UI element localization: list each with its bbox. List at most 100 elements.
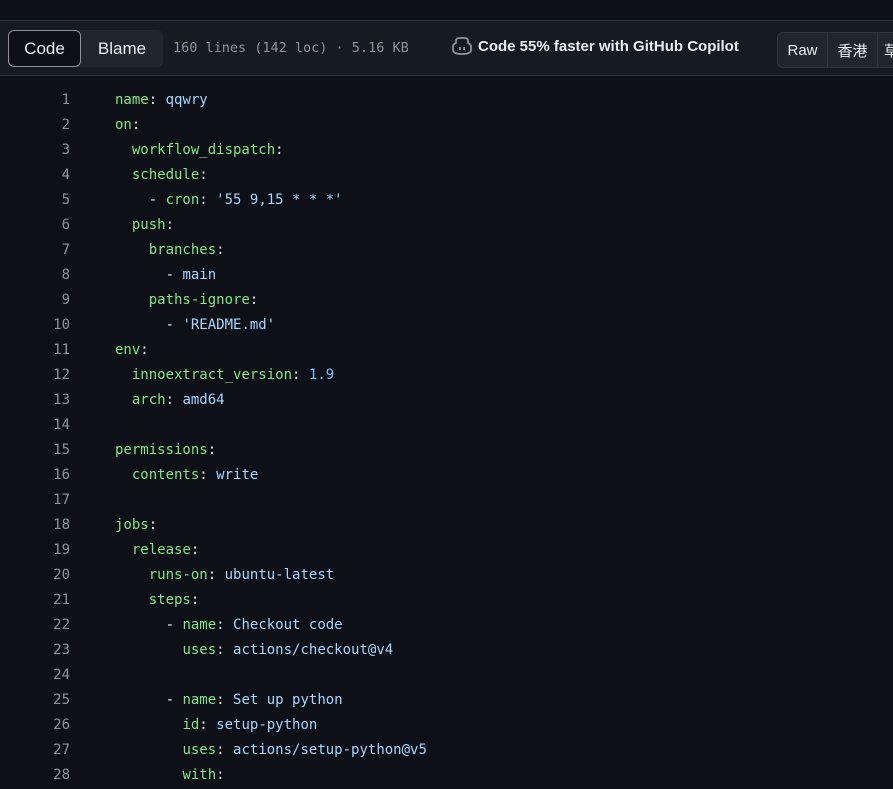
- line-content: steps:: [115, 588, 200, 613]
- line-content: push:: [115, 213, 174, 238]
- line-content: - 'README.md': [115, 313, 276, 338]
- line-number[interactable]: 14: [0, 413, 70, 438]
- yaml-key: uses: [182, 642, 217, 658]
- code-line: 24: [0, 663, 893, 688]
- yaml-key: branches: [148, 242, 217, 258]
- line-number[interactable]: 15: [0, 438, 70, 463]
- truncated-button[interactable]: 草: [878, 33, 893, 67]
- line-number[interactable]: 5: [0, 188, 70, 213]
- line-number[interactable]: 11: [0, 338, 70, 363]
- code-line: 13 arch: amd64: [0, 388, 893, 413]
- colon: :: [216, 767, 225, 783]
- yaml-string-value: actions/setup-python@v5: [233, 742, 427, 758]
- line-number[interactable]: 8: [0, 263, 70, 288]
- yaml-string-value: Set up python: [233, 692, 343, 708]
- blame-tab-button[interactable]: Blame: [81, 30, 163, 67]
- yaml-key: env: [115, 342, 141, 358]
- line-number[interactable]: 24: [0, 663, 70, 688]
- colon: :: [199, 717, 208, 733]
- copilot-promo-link[interactable]: Code 55% faster with GitHub Copilot: [452, 37, 739, 55]
- yaml-key: on: [115, 117, 132, 133]
- line-content: with:: [115, 763, 225, 788]
- yaml-key: with: [182, 767, 217, 783]
- yaml-key: release: [131, 542, 191, 558]
- line-number[interactable]: 21: [0, 588, 70, 613]
- yaml-string-value: qqwry: [165, 92, 208, 108]
- yaml-string-value: write: [216, 467, 259, 483]
- line-number[interactable]: 6: [0, 213, 70, 238]
- code-line: 28 with:: [0, 763, 893, 788]
- line-content: on:: [115, 113, 140, 138]
- line-number[interactable]: 12: [0, 363, 70, 388]
- line-number[interactable]: 10: [0, 313, 70, 338]
- colon: :: [148, 517, 158, 533]
- line-number[interactable]: 19: [0, 538, 70, 563]
- line-content: uses: actions/setup-python@v5: [115, 738, 427, 763]
- line-number[interactable]: 22: [0, 613, 70, 638]
- code-line: 15 permissions:: [0, 438, 893, 463]
- line-number[interactable]: 28: [0, 763, 70, 788]
- line-number[interactable]: 25: [0, 688, 70, 713]
- file-header-toolbar: Code Blame 160 lines (142 loc) · 5.16 KB…: [0, 20, 893, 76]
- colon: :: [216, 692, 225, 708]
- line-number[interactable]: 13: [0, 388, 70, 413]
- line-number[interactable]: 9: [0, 288, 70, 313]
- code-tab-button[interactable]: Code: [8, 30, 81, 67]
- line-content: - cron: '55 9,15 * * *': [115, 188, 343, 213]
- line-number[interactable]: 23: [0, 638, 70, 663]
- line-number[interactable]: 3: [0, 138, 70, 163]
- list-dash: -: [165, 317, 183, 333]
- yaml-key: contents: [131, 467, 200, 483]
- list-dash: -: [165, 617, 183, 633]
- colon: :: [292, 367, 301, 383]
- yaml-string-value: main: [182, 267, 217, 283]
- line-number[interactable]: 26: [0, 713, 70, 738]
- line-number[interactable]: 18: [0, 513, 70, 538]
- code-line: 23 uses: actions/checkout@v4: [0, 638, 893, 663]
- file-actions-group: Raw 香港 草: [777, 32, 893, 68]
- code-line: 25 - name: Set up python: [0, 688, 893, 713]
- line-number[interactable]: 4: [0, 163, 70, 188]
- code-line: 18 jobs:: [0, 513, 893, 538]
- yaml-key: cron: [165, 192, 200, 208]
- line-number[interactable]: 2: [0, 113, 70, 138]
- line-number[interactable]: 7: [0, 238, 70, 263]
- colon: :: [207, 567, 217, 583]
- code-line: 27 uses: actions/setup-python@v5: [0, 738, 893, 763]
- hongkong-button[interactable]: 香港: [828, 33, 878, 67]
- yaml-key: uses: [182, 742, 217, 758]
- yaml-key: steps: [148, 592, 191, 608]
- colon: :: [165, 392, 175, 408]
- line-content: workflow_dispatch:: [115, 138, 284, 163]
- code-line: 11 env:: [0, 338, 893, 363]
- colon: :: [207, 442, 217, 458]
- line-content: permissions:: [115, 438, 216, 463]
- line-number[interactable]: 1: [0, 88, 70, 113]
- top-strip: [0, 0, 893, 20]
- raw-button[interactable]: Raw: [778, 33, 828, 67]
- line-content: schedule:: [115, 163, 208, 188]
- line-content: paths-ignore:: [115, 288, 259, 313]
- line-number[interactable]: 27: [0, 738, 70, 763]
- colon: :: [165, 217, 175, 233]
- line-content: id: setup-python: [115, 713, 317, 738]
- code-line: 19 release:: [0, 538, 893, 563]
- line-number[interactable]: 16: [0, 463, 70, 488]
- code-line: 6 push:: [0, 213, 893, 238]
- line-content: innoextract_version: 1.9: [115, 363, 334, 388]
- line-number[interactable]: 17: [0, 488, 70, 513]
- yaml-string-value: Checkout code: [233, 617, 343, 633]
- code-line: 26 id: setup-python: [0, 713, 893, 738]
- line-number[interactable]: 20: [0, 563, 70, 588]
